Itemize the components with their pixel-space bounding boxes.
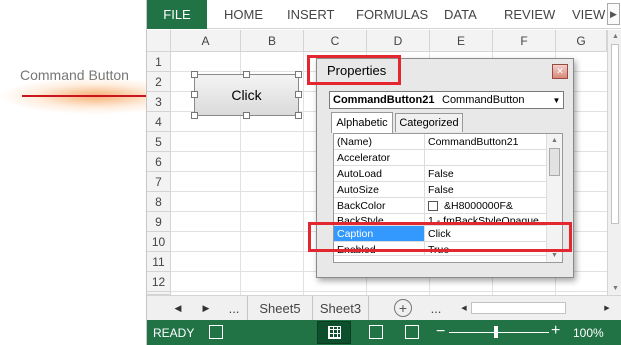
property-name: (Name) (337, 136, 373, 148)
column-header[interactable]: A (171, 30, 241, 52)
resize-handle[interactable] (295, 91, 302, 98)
gridline (171, 291, 607, 292)
chevron-down-icon[interactable]: ▼ (550, 93, 563, 107)
property-name: AutoSize (337, 184, 380, 196)
row-header[interactable]: 11 (147, 252, 171, 272)
add-sheet-icon[interactable]: + (394, 299, 412, 317)
row-header[interactable]: 5 (147, 132, 171, 152)
divider (424, 198, 425, 214)
tab-formulas[interactable]: FORMULAS (356, 0, 428, 29)
highlight-properties-title (307, 55, 401, 85)
property-value[interactable]: &H8000000F& (444, 200, 513, 212)
column-header[interactable]: F (493, 30, 556, 52)
gridline (303, 52, 304, 295)
scroll-thumb[interactable] (471, 302, 566, 314)
row-header[interactable]: 6 (147, 152, 171, 172)
command-button[interactable]: Click (194, 74, 299, 116)
resize-handle[interactable] (243, 112, 250, 119)
zoom-level[interactable]: 100% (573, 326, 604, 340)
divider (424, 150, 425, 166)
scroll-thumb[interactable] (611, 44, 619, 224)
resize-handle[interactable] (295, 112, 302, 119)
page-layout-view-icon[interactable] (369, 325, 383, 339)
zoom-in-button[interactable]: + (551, 322, 560, 340)
row-header[interactable]: 7 (147, 172, 171, 192)
property-row[interactable]: BackColor &H8000000F& (334, 198, 546, 214)
property-value[interactable]: False (428, 168, 454, 180)
scroll-left-icon[interactable]: ◀ (457, 300, 471, 316)
tab-sheet3[interactable]: Sheet3 (313, 296, 369, 320)
property-value[interactable]: False (428, 184, 454, 196)
column-header[interactable]: G (556, 30, 607, 52)
object-name: CommandButton21 (333, 94, 435, 106)
close-icon[interactable]: ✕ (552, 64, 568, 79)
tab-insert[interactable]: INSERT (287, 0, 334, 29)
row-header[interactable]: 9 (147, 212, 171, 232)
scroll-right-icon[interactable]: ▶ (600, 300, 614, 316)
page-break-view-icon[interactable] (405, 325, 419, 339)
tab-review[interactable]: REVIEW (504, 0, 555, 29)
property-row[interactable]: (Name) CommandButton21 (334, 134, 546, 150)
tab-view[interactable]: VIEW (572, 0, 605, 29)
highlight-caption-row (308, 222, 572, 252)
zoom-slider[interactable] (449, 332, 549, 333)
scroll-up-icon[interactable]: ▲ (608, 30, 621, 42)
vertical-scrollbar[interactable]: ▲ ▼ (607, 30, 621, 295)
status-bar: READY − + 100% (147, 320, 621, 345)
ribbon-tabs: FILE HOME INSERT FORMULAS DATA REVIEW VI… (147, 0, 621, 29)
divider (424, 182, 425, 198)
tab-categorized[interactable]: Categorized (395, 113, 463, 132)
resize-handle[interactable] (191, 112, 198, 119)
zoom-out-button[interactable]: − (436, 323, 445, 341)
grid-view-icon (328, 326, 341, 339)
resize-handle[interactable] (191, 91, 198, 98)
row-header[interactable]: 3 (147, 92, 171, 112)
scroll-thumb[interactable] (549, 148, 560, 176)
sheet-tab-bar: ◀ ▶ ... Sheet5 Sheet3 + ... ◀ ▶ (147, 295, 621, 320)
row-header[interactable]: 10 (147, 232, 171, 252)
tab-sheet5[interactable]: Sheet5 (247, 296, 313, 320)
property-value[interactable]: CommandButton21 (428, 136, 518, 148)
status-ready: READY (153, 326, 195, 340)
resize-handle[interactable] (295, 71, 302, 78)
next-sheet-icon[interactable]: ▶ (199, 300, 213, 316)
macro-record-icon[interactable] (209, 325, 223, 339)
resize-handle[interactable] (243, 71, 250, 78)
horizontal-scrollbar[interactable]: ◀ ▶ (457, 300, 617, 316)
scroll-down-icon[interactable]: ▼ (608, 282, 621, 294)
prev-sheet-icon[interactable]: ◀ (171, 300, 185, 316)
more-sheets-ellipsis[interactable]: ... (221, 296, 247, 320)
column-header[interactable]: C (304, 30, 367, 52)
column-header[interactable]: B (241, 30, 304, 52)
resize-handle[interactable] (191, 71, 198, 78)
tab-alphabetic[interactable]: Alphabetic (331, 112, 393, 133)
row-header[interactable]: 4 (147, 112, 171, 132)
property-row[interactable]: AutoLoad False (334, 166, 546, 182)
column-header[interactable]: D (367, 30, 430, 52)
scroll-up-icon[interactable]: ▲ (547, 134, 562, 146)
normal-view-button[interactable] (317, 321, 351, 344)
object-type: CommandButton (442, 94, 525, 106)
row-header[interactable]: 1 (147, 52, 171, 72)
ribbon-scroll-right-icon[interactable]: ▶ (607, 3, 620, 25)
divider (424, 134, 425, 150)
zoom-slider-thumb[interactable] (494, 326, 498, 338)
divider (424, 166, 425, 182)
column-header[interactable]: E (430, 30, 493, 52)
select-all-corner[interactable] (147, 30, 171, 52)
property-name: BackColor (337, 200, 386, 212)
tab-data[interactable]: DATA (444, 0, 477, 29)
object-dropdown[interactable]: CommandButton21 CommandButton ▼ (329, 91, 564, 109)
row-header[interactable]: 12 (147, 272, 171, 292)
more-sheets-ellipsis[interactable]: ... (423, 296, 449, 320)
property-name: Accelerator (337, 152, 391, 164)
property-row[interactable]: AutoSize False (334, 182, 546, 198)
property-name: AutoLoad (337, 168, 382, 180)
color-swatch (428, 200, 442, 212)
tab-file[interactable]: FILE (147, 0, 207, 29)
row-header[interactable]: 8 (147, 192, 171, 212)
tab-home[interactable]: HOME (224, 0, 263, 29)
property-row[interactable]: Accelerator (334, 150, 546, 166)
row-header[interactable]: 2 (147, 72, 171, 92)
